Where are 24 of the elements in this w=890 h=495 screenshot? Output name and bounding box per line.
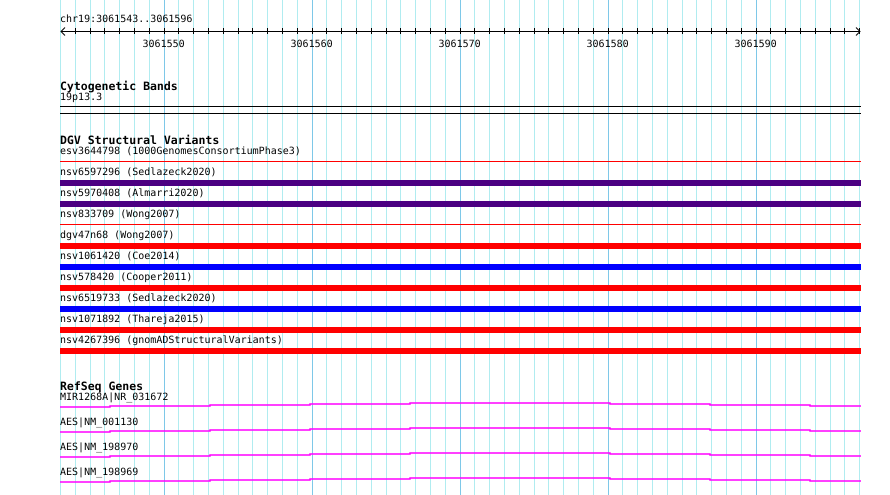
variant-label: dgv47n68 (Wong2007) [60,230,174,242]
variant-label: esv3644798 (1000GenomesConsortiumPhase3) [60,146,301,158]
variant-label: nsv6519733 (Sedlazeck2020) [60,293,217,305]
ruler-tick-label: 3061570 [438,39,481,51]
band-label: 19p13.3 [60,92,102,104]
track-title: DGV Structural Variants [60,134,220,146]
track-title: Cytogenetic Bands [60,80,178,92]
location-label: chr19:3061543..3061596 [60,14,192,26]
track-title: RefSeq Genes [60,380,144,392]
ruler-tick-label: 3061560 [290,39,333,51]
variant-label: nsv1071892 (Thareja2015) [60,314,204,326]
gene-label: AES|NM_001130 [60,417,138,429]
variant-label: nsv1061420 (Coe2014) [60,251,180,263]
variant-label: nsv6597296 (Sedlazeck2020) [60,167,217,179]
variant-label: nsv5970408 (Almarri2020) [60,188,204,200]
variant-label: nsv4267396 (gnomADStructuralVariants) [60,335,283,347]
gene-label: AES|NM_198970 [60,442,138,454]
ruler-tick-label: 3061590 [734,39,777,51]
gene-label: MIR1268A|NR_031672 [60,392,168,404]
gene-label: AES|NM_198969 [60,467,138,479]
ruler-tick-label: 3061550 [142,39,185,51]
variant-label: nsv833709 (Wong2007) [60,209,180,221]
ruler-tick-label: 3061580 [586,39,629,51]
variant-label: nsv578420 (Cooper2011) [60,272,192,284]
